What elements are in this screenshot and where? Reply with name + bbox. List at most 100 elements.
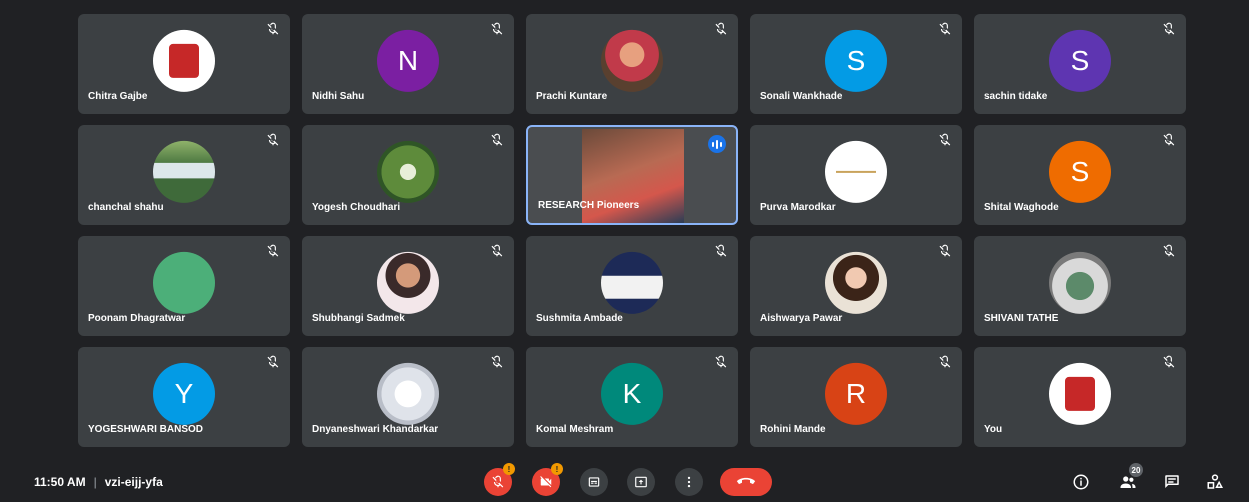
participant-tile[interactable]: Shubhangi Sadmek	[302, 236, 514, 336]
participant-tile-self[interactable]: You	[974, 347, 1186, 447]
avatar	[1049, 251, 1111, 314]
participant-tile[interactable]: Aishwarya Pawar	[750, 236, 962, 336]
camera-off-icon	[540, 476, 552, 488]
mic-off-icon	[267, 133, 279, 146]
mic-off-icon	[492, 475, 504, 488]
chat-button[interactable]	[1161, 471, 1183, 493]
participant-name: Shital Waghode	[984, 202, 1059, 213]
participant-tile[interactable]: Purva Marodkar	[750, 125, 962, 225]
participant-grid: Chitra Gajbe N Nidhi Sahu Prachi Kuntare…	[78, 14, 1186, 451]
avatar	[153, 251, 215, 314]
avatar: S	[1049, 29, 1111, 92]
participant-tile[interactable]: Dnyaneshwari Khandarkar	[302, 347, 514, 447]
participant-tile[interactable]: R Rohini Mande	[750, 347, 962, 447]
mic-off-icon	[491, 22, 503, 35]
participant-name: Rohini Mande	[760, 424, 826, 435]
hang-up-icon	[736, 477, 756, 485]
participant-name: YOGESHWARI BANSOD	[88, 424, 204, 435]
leave-call-button[interactable]	[720, 468, 772, 496]
info-icon	[1073, 474, 1089, 490]
participant-name: Aishwarya Pawar	[760, 313, 843, 324]
avatar	[153, 140, 215, 203]
meeting-info-button[interactable]	[1070, 471, 1092, 493]
clock-time: 11:50 AM	[34, 475, 86, 489]
avatar	[377, 251, 439, 314]
participant-tile[interactable]: SHIVANI TATHE	[974, 236, 1186, 336]
participant-name: Yogesh Choudhari	[312, 202, 401, 213]
mic-off-icon	[715, 355, 727, 368]
participant-tile[interactable]: Yogesh Choudhari	[302, 125, 514, 225]
participant-name: RESEARCH Pioneers	[538, 200, 640, 211]
participant-tile[interactable]: K Komal Meshram	[526, 347, 738, 447]
avatar	[153, 29, 215, 92]
bottom-toolbar: 11:50 AM | vzi-eijj-yfa ! ! 20	[0, 462, 1249, 502]
participant-name: Poonam Dhagratwar	[88, 313, 186, 324]
participant-name: Purva Marodkar	[760, 202, 836, 213]
microphone-toggle-button[interactable]: !	[484, 463, 515, 496]
warning-badge: !	[551, 463, 563, 475]
participant-tile[interactable]: Y YOGESHWARI BANSOD	[78, 347, 290, 447]
avatar	[377, 362, 439, 425]
participant-name: Prachi Kuntare	[536, 91, 608, 102]
participant-count-badge: 20	[1129, 463, 1143, 477]
meeting-code: vzi-eijj-yfa	[104, 475, 163, 489]
avatar: S	[1049, 140, 1111, 203]
chat-icon	[1165, 475, 1179, 488]
mic-off-icon	[267, 244, 279, 257]
present-screen-icon	[635, 476, 647, 488]
participant-tile[interactable]: S sachin tidake	[974, 14, 1186, 114]
avatar	[377, 140, 439, 203]
participant-tile[interactable]: S Sonali Wankhade	[750, 14, 962, 114]
avatar: N	[377, 29, 439, 92]
participant-tile[interactable]: Chitra Gajbe	[78, 14, 290, 114]
avatar	[601, 251, 663, 314]
captions-button[interactable]	[580, 468, 608, 496]
more-options-button[interactable]	[675, 468, 703, 496]
mic-off-icon	[715, 244, 727, 257]
mic-off-icon	[939, 22, 951, 35]
participant-tile-active-speaker[interactable]: RESEARCH Pioneers	[526, 125, 738, 225]
mic-off-icon	[1163, 355, 1175, 368]
mic-off-icon	[1163, 22, 1175, 35]
more-vert-icon	[687, 476, 691, 488]
activities-button[interactable]	[1204, 471, 1226, 493]
present-screen-button[interactable]	[627, 468, 655, 496]
mic-off-icon	[491, 355, 503, 368]
participant-name: Sushmita Ambade	[536, 313, 623, 324]
mic-off-icon	[491, 244, 503, 257]
participant-tile[interactable]: N Nidhi Sahu	[302, 14, 514, 114]
avatar	[825, 140, 887, 203]
avatar: S	[825, 29, 887, 92]
camera-toggle-button[interactable]: !	[532, 463, 563, 496]
mic-off-icon	[939, 355, 951, 368]
participant-name: SHIVANI TATHE	[984, 313, 1059, 324]
participant-tile[interactable]: chanchal shahu	[78, 125, 290, 225]
participant-name: Nidhi Sahu	[312, 91, 365, 102]
mic-off-icon	[939, 133, 951, 146]
participant-tile[interactable]: Prachi Kuntare	[526, 14, 738, 114]
participant-name: Shubhangi Sadmek	[312, 313, 405, 324]
mic-off-icon	[267, 22, 279, 35]
participant-tile[interactable]: S Shital Waghode	[974, 125, 1186, 225]
activities-icon	[1207, 474, 1224, 489]
mic-off-icon	[267, 355, 279, 368]
participant-name: You	[984, 424, 1003, 435]
participant-name: chanchal shahu	[88, 202, 164, 213]
mic-off-icon	[491, 133, 503, 146]
people-button[interactable]: 20	[1117, 463, 1143, 493]
captions-icon	[588, 477, 600, 487]
avatar: R	[825, 362, 887, 425]
avatar	[601, 29, 663, 92]
warning-badge: !	[503, 463, 515, 475]
participant-name: Komal Meshram	[536, 424, 614, 435]
participant-name: Dnyaneshwari Khandarkar	[312, 424, 439, 435]
avatar: K	[601, 362, 663, 425]
avatar	[1049, 362, 1111, 425]
avatar	[825, 251, 887, 314]
participant-tile[interactable]: Sushmita Ambade	[526, 236, 738, 336]
meeting-details: 11:50 AM | vzi-eijj-yfa	[34, 475, 163, 489]
speaking-indicator-icon	[708, 135, 726, 153]
participant-tile[interactable]: Poonam Dhagratwar	[78, 236, 290, 336]
avatar: Y	[153, 362, 215, 425]
mic-off-icon	[715, 22, 727, 35]
